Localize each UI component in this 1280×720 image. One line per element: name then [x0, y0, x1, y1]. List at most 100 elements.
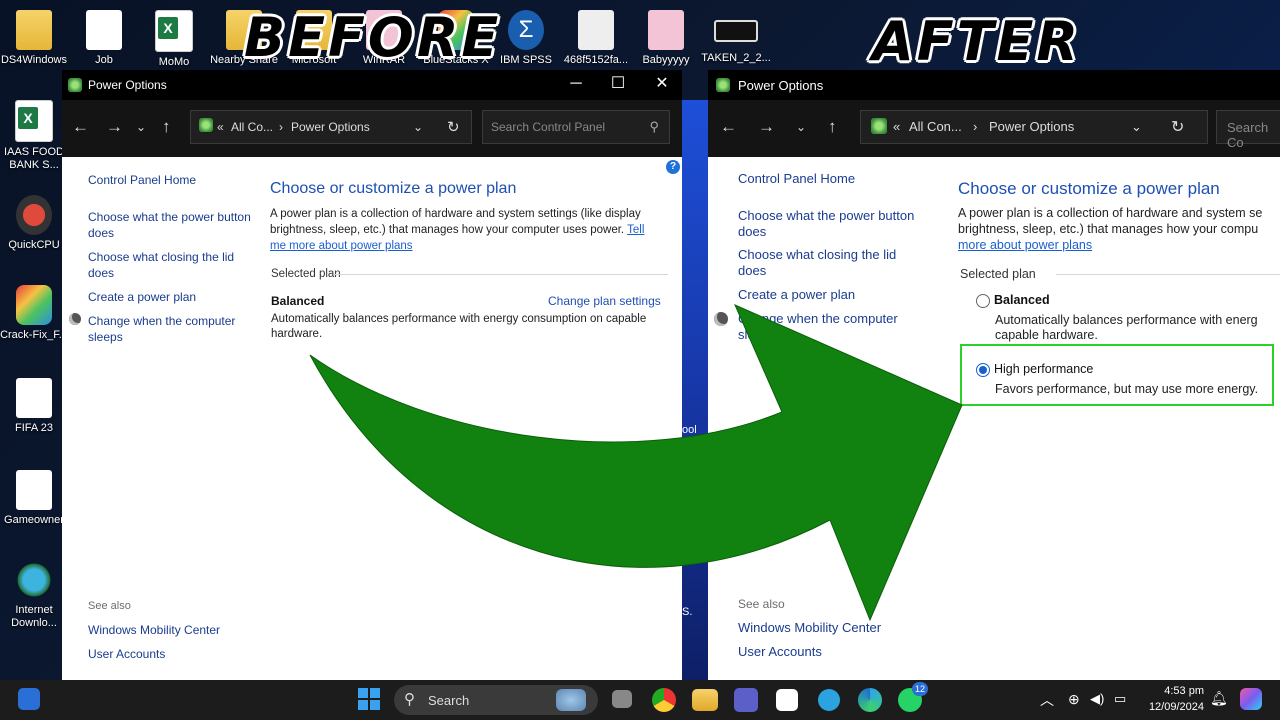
- network-icon[interactable]: ⊕: [1068, 691, 1080, 708]
- clock-time[interactable]: 4:53 pm: [1160, 685, 1204, 697]
- power-options-icon: [716, 78, 730, 92]
- navigation-bar: ← → ⌄ ↑ « All Con... › Power Options ⌄ ↻…: [708, 100, 1280, 157]
- power-options-icon: [68, 78, 82, 92]
- refresh-icon[interactable]: ↻: [447, 118, 460, 136]
- windows-mobility-center-link[interactable]: Windows Mobility Center: [88, 623, 220, 637]
- up-icon[interactable]: ↑: [828, 117, 837, 137]
- divider: [1056, 274, 1280, 275]
- desktop-icon-ds4windows[interactable]: DS4Windows: [0, 10, 74, 67]
- chevron-down-icon[interactable]: ⌄: [413, 120, 423, 134]
- excel-icon: [155, 10, 193, 52]
- selected-plan-label: Selected plan: [271, 268, 341, 280]
- page-title: Choose or customize a power plan: [958, 179, 1220, 198]
- desktop-icon-job[interactable]: Job: [64, 10, 144, 67]
- chevron-down-icon[interactable]: ⌄: [796, 120, 806, 134]
- refresh-icon[interactable]: ↻: [1171, 117, 1184, 137]
- divider: [334, 274, 668, 275]
- telegram-icon[interactable]: [818, 689, 840, 711]
- task-view-icon[interactable]: [612, 690, 632, 708]
- background-text: S.: [682, 606, 693, 618]
- power-options-window-before: Power Options ─ ☐ ✕ ← → ⌄ ↑ « All Co... …: [62, 70, 682, 680]
- intro-text: A power plan is a collection of hardware…: [270, 208, 645, 252]
- up-icon[interactable]: ↑: [162, 117, 171, 137]
- page-title: Choose or customize a power plan: [270, 180, 517, 197]
- create-power-plan-link[interactable]: Create a power plan: [738, 287, 938, 303]
- desktop-icon-image-file[interactable]: 468f5152fa...: [556, 10, 636, 67]
- quickcpu-icon: [16, 195, 52, 235]
- computer-sleeps-link[interactable]: Change when the computer sleeps: [738, 311, 913, 343]
- image-file-icon: [578, 10, 614, 50]
- power-button-link[interactable]: Choose what the power button does: [88, 209, 258, 241]
- control-panel-home-link[interactable]: Control Panel Home: [738, 171, 938, 187]
- store-icon[interactable]: [776, 689, 798, 711]
- gear-icon: [16, 470, 52, 510]
- radio-selected-dot: [979, 366, 987, 374]
- bell-icon[interactable]: 🔔︎: [1210, 690, 1228, 707]
- see-also-label: See also: [738, 597, 785, 611]
- create-power-plan-link[interactable]: Create a power plan: [88, 289, 258, 305]
- back-icon[interactable]: ←: [72, 117, 89, 137]
- closing-lid-link[interactable]: Choose what closing the lid does: [738, 247, 913, 279]
- plan-name-balanced: Balanced: [271, 294, 325, 308]
- search-input[interactable]: Search Co: [1227, 120, 1280, 150]
- start-icon[interactable]: [358, 688, 380, 710]
- windows-mobility-center-link[interactable]: Windows Mobility Center: [738, 620, 881, 635]
- globe-download-icon: [16, 560, 52, 600]
- clock-date[interactable]: 12/09/2024: [1144, 701, 1204, 713]
- user-accounts-link[interactable]: User Accounts: [738, 644, 822, 659]
- copilot-icon[interactable]: [1240, 688, 1262, 710]
- chevron-down-icon[interactable]: ⌄: [136, 120, 146, 134]
- control-panel-home-link[interactable]: Control Panel Home: [88, 172, 258, 188]
- after-label: AFTER: [872, 10, 1081, 73]
- excel-icon: [15, 100, 53, 142]
- high-performance-radio[interactable]: [976, 363, 990, 377]
- bluestacks-icon: [16, 285, 52, 325]
- edge-icon[interactable]: [858, 688, 882, 712]
- help-button[interactable]: ?: [666, 160, 680, 174]
- search-input[interactable]: Search Control Panel: [491, 120, 605, 134]
- widgets-icon[interactable]: [18, 688, 40, 710]
- moon-icon: [714, 312, 728, 326]
- plan-desc-balanced: Automatically balances performance with …: [995, 313, 1258, 342]
- user-accounts-link[interactable]: User Accounts: [88, 647, 165, 661]
- address-bar[interactable]: « All Con... › Power Options ⌄ ↻: [860, 110, 1208, 144]
- desktop-icon-babyyyyy[interactable]: Babyyyyy: [626, 10, 706, 67]
- search-box[interactable]: Search Control Panel ⚲: [482, 110, 670, 144]
- breadcrumb-root[interactable]: All Co...: [231, 120, 273, 134]
- document-icon: [86, 10, 122, 50]
- desktop-icon-momo[interactable]: MoMo: [134, 10, 214, 69]
- file-explorer-icon[interactable]: [692, 689, 718, 711]
- close-button[interactable]: ✕: [648, 74, 676, 94]
- search-box[interactable]: Search Co: [1216, 110, 1280, 150]
- search-icon: ⚲: [649, 119, 659, 134]
- address-bar[interactable]: « All Co... › Power Options ⌄ ↻: [190, 110, 472, 144]
- maximize-button[interactable]: ☐: [604, 74, 632, 94]
- chrome-icon[interactable]: [652, 688, 676, 712]
- minimize-button[interactable]: ─: [562, 74, 590, 94]
- forward-icon[interactable]: →: [758, 117, 775, 137]
- see-also-label: See also: [88, 600, 131, 612]
- navigation-bar: ← → ⌄ ↑ « All Co... › Power Options ⌄ ↻ …: [62, 100, 682, 157]
- desktop-icon-taken[interactable]: TAKEN_2_2...: [696, 20, 776, 65]
- teams-icon[interactable]: [734, 688, 758, 712]
- breadcrumb-current[interactable]: Power Options: [291, 120, 370, 134]
- window-title: Power Options: [88, 78, 167, 92]
- closing-lid-link[interactable]: Choose what closing the lid does: [88, 249, 238, 281]
- volume-icon[interactable]: ◀): [1090, 691, 1104, 707]
- folder-icon: [16, 10, 52, 50]
- plan-desc-balanced: Automatically balances performance with …: [271, 313, 647, 340]
- forward-icon[interactable]: →: [106, 117, 123, 137]
- power-button-link[interactable]: Choose what the power button does: [738, 208, 933, 240]
- taskbar-search[interactable]: ⚲ Search: [394, 685, 598, 715]
- battery-icon[interactable]: ▭: [1114, 691, 1126, 707]
- chevron-down-icon[interactable]: ⌄: [1131, 119, 1142, 135]
- change-plan-settings-link[interactable]: Change plan settings: [548, 294, 661, 308]
- computer-sleeps-link[interactable]: Change when the computer sleeps: [88, 313, 238, 345]
- intro-text: A power plan is a collection of hardware…: [958, 206, 1263, 252]
- breadcrumb-root[interactable]: All Con...: [909, 119, 962, 134]
- balanced-radio[interactable]: [976, 294, 990, 308]
- more-about-power-plans-link[interactable]: more about power plans: [958, 238, 1092, 252]
- back-icon[interactable]: ←: [720, 117, 737, 137]
- breadcrumb-current[interactable]: Power Options: [989, 119, 1074, 134]
- chevron-up-icon[interactable]: ︿: [1040, 690, 1054, 710]
